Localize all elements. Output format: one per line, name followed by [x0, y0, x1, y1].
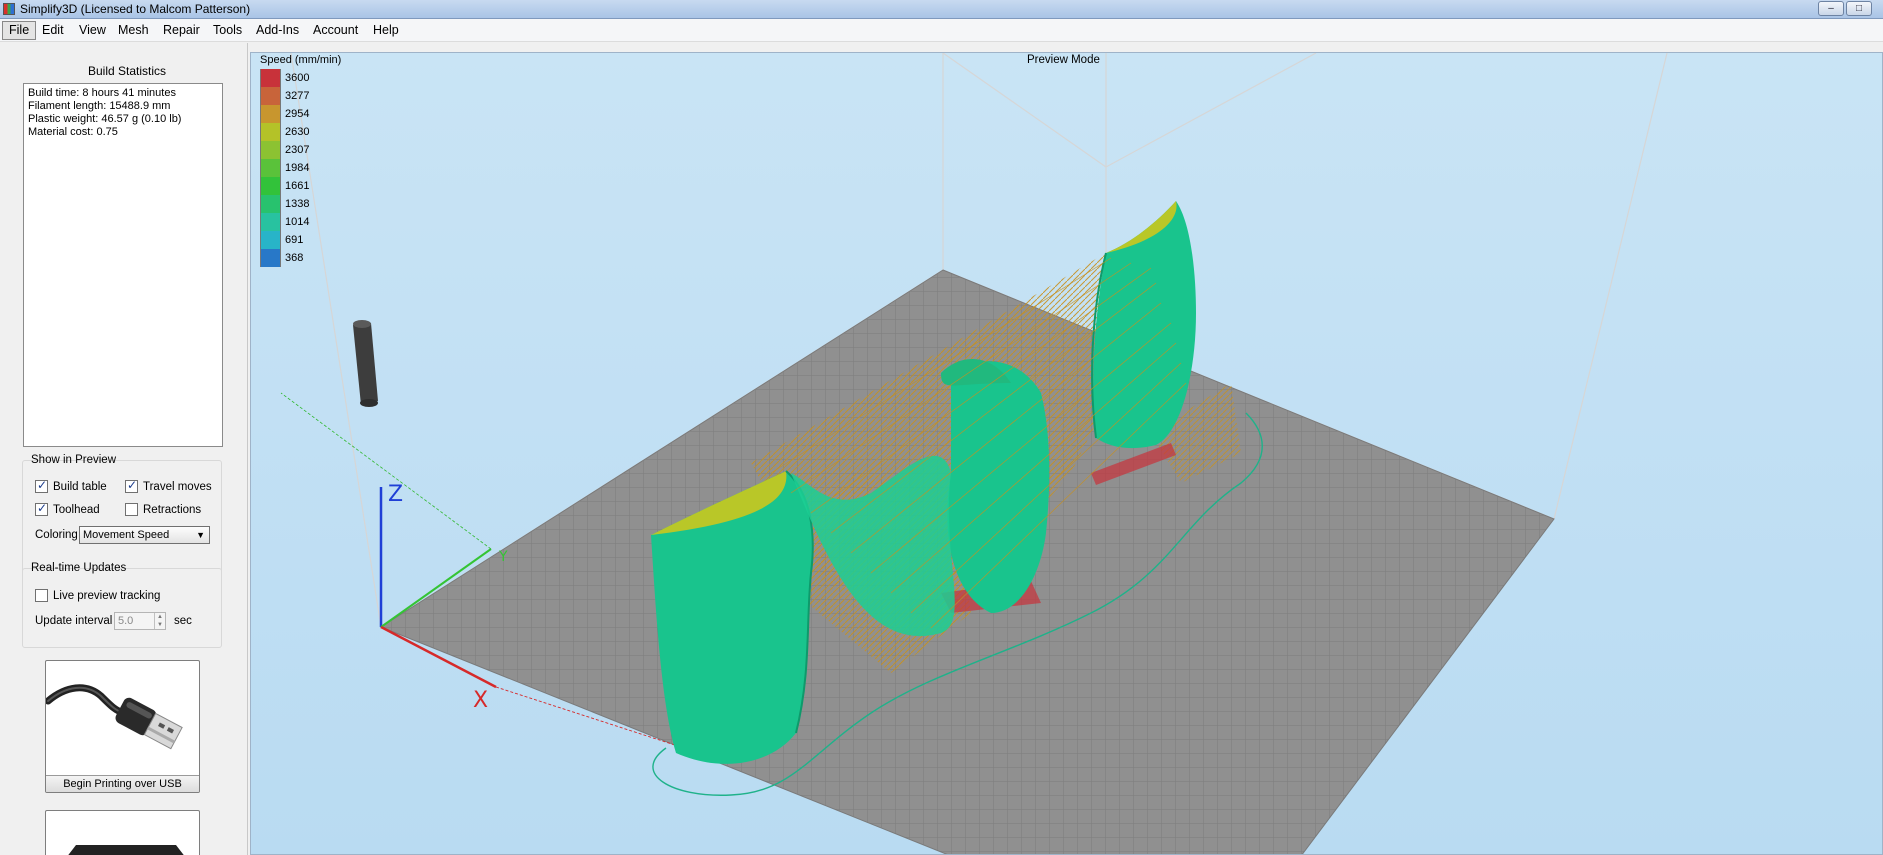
retractions-checkbox[interactable]: [125, 503, 138, 516]
legend-label: 1338: [285, 198, 310, 210]
legend-row: 1661: [260, 177, 341, 195]
legend-label: 1014: [285, 216, 310, 228]
app-icon: [3, 3, 15, 15]
build-statistics-box: Build time: 8 hours 41 minutes Filament …: [23, 83, 223, 447]
travel-moves-option[interactable]: Travel moves: [125, 478, 212, 493]
menu-bar: File Edit View Mesh Repair Tools Add-Ins…: [0, 19, 1883, 42]
legend-swatch: [260, 69, 281, 87]
build-statistics-heading: Build Statistics: [88, 64, 167, 78]
toolhead-label: Toolhead: [53, 503, 100, 516]
realtime-updates-group: [22, 568, 222, 648]
coloring-label: Coloring: [35, 529, 78, 541]
legend-swatch: [260, 141, 281, 159]
legend-row: 1014: [260, 213, 341, 231]
legend-title: Speed (mm/min): [260, 54, 342, 66]
menu-view[interactable]: View: [73, 21, 112, 40]
preview-mode-label: Preview Mode: [1027, 54, 1100, 66]
build-time: Build time: 8 hours 41 minutes: [28, 87, 176, 99]
legend-swatch: [260, 177, 281, 195]
coloring-select[interactable]: Movement Speed ▼: [79, 526, 210, 544]
build-table-label: Build table: [53, 480, 107, 493]
coloring-select-value: Movement Speed: [83, 529, 170, 541]
legend-swatch: [260, 159, 281, 177]
update-interval-label: Update interval: [35, 615, 113, 627]
legend-swatch: [260, 123, 281, 141]
begin-printing-usb-button[interactable]: Begin Printing over USB: [45, 660, 200, 793]
filament-length: Filament length: 15488.9 mm: [28, 100, 171, 112]
menu-repair[interactable]: Repair: [157, 21, 206, 40]
build-table-checkbox[interactable]: [35, 478, 48, 493]
sd-card-icon: [68, 845, 184, 855]
legend-swatch: [260, 231, 281, 249]
build-table-option[interactable]: Build table: [35, 478, 107, 493]
legend-swatch: [260, 213, 281, 231]
live-preview-tracking-option[interactable]: Live preview tracking: [35, 589, 160, 602]
retractions-label: Retractions: [143, 503, 202, 516]
legend-row: 2307: [260, 141, 341, 159]
legend-swatch: [260, 105, 281, 123]
legend-rows: 3600 3277 2954 2630 2307 1984 1661 1338 1014 691 3…: [260, 69, 341, 267]
begin-printing-usb-label: Begin Printing over USB: [46, 775, 199, 792]
menu-add-ins[interactable]: Add-Ins: [250, 21, 305, 40]
legend-label: 1984: [285, 162, 310, 174]
live-preview-tracking-checkbox[interactable]: [35, 589, 48, 602]
menu-file[interactable]: File: [2, 21, 37, 40]
legend-swatch: [260, 195, 281, 213]
maximize-icon[interactable]: □: [1846, 1, 1872, 16]
retractions-option[interactable]: Retractions: [125, 503, 201, 516]
realtime-updates-heading: Real-time Updates: [31, 562, 127, 574]
legend-row: 368: [260, 249, 341, 267]
live-preview-tracking-label: Live preview tracking: [53, 589, 161, 602]
window-title: Simplify3D (Licensed to Malcom Patterson…: [20, 2, 251, 16]
legend-row: 1984: [260, 159, 341, 177]
menu-account[interactable]: Account: [307, 21, 364, 40]
chevron-down-icon: ▼: [196, 530, 205, 540]
update-interval-unit: sec: [174, 615, 192, 627]
legend-swatch: [260, 87, 281, 105]
left-panel: Build Statistics Build time: 8 hours 41 …: [0, 43, 248, 855]
sd-card-button[interactable]: [45, 810, 200, 855]
x-axis-label: X: [473, 688, 488, 713]
legend-row: 2630: [260, 123, 341, 141]
menu-edit[interactable]: Edit: [36, 21, 70, 40]
legend-label: 3277: [285, 90, 310, 102]
menu-help[interactable]: Help: [367, 21, 405, 40]
plastic-weight: Plastic weight: 46.57 g (0.10 lb): [28, 113, 182, 125]
toolhead-checkbox[interactable]: [35, 501, 48, 516]
preview-viewport[interactable]: Z Y X Speed (mm/min) 3600 3277 2954 2630…: [250, 52, 1883, 855]
speed-legend: Speed (mm/min) 3600 3277 2954 2630 2307 1984 1…: [260, 54, 341, 267]
legend-label: 691: [285, 234, 304, 246]
legend-row: 3600: [260, 69, 341, 87]
preview-scene[interactable]: Z Y X: [251, 53, 1883, 855]
title-bar: Simplify3D (Licensed to Malcom Patterson…: [0, 0, 1883, 19]
z-axis-label: Z: [388, 482, 403, 507]
legend-row: 691: [260, 231, 341, 249]
menu-mesh[interactable]: Mesh: [112, 21, 155, 40]
legend-swatch: [260, 249, 281, 267]
travel-moves-label: Travel moves: [143, 480, 212, 493]
legend-label: 3600: [285, 72, 310, 84]
legend-label: 2307: [285, 144, 310, 156]
material-cost: Material cost: 0.75: [28, 126, 118, 138]
legend-label: 2630: [285, 126, 310, 138]
menu-tools[interactable]: Tools: [207, 21, 248, 40]
legend-label: 1661: [285, 180, 310, 192]
travel-moves-checkbox[interactable]: [125, 478, 138, 493]
minimize-icon[interactable]: –: [1818, 1, 1844, 16]
legend-row: 2954: [260, 105, 341, 123]
toolhead-model: [353, 320, 378, 407]
legend-label: 368: [285, 252, 304, 264]
legend-row: 3277: [260, 87, 341, 105]
legend-label: 2954: [285, 108, 310, 120]
update-interval-value: 5.0: [118, 615, 134, 627]
spin-arrows-icon[interactable]: ▲ ▼: [154, 613, 165, 629]
update-interval-input[interactable]: 5.0 ▲ ▼: [114, 612, 166, 630]
legend-row: 1338: [260, 195, 341, 213]
toolhead-option[interactable]: Toolhead: [35, 501, 100, 516]
show-in-preview-heading: Show in Preview: [31, 454, 117, 466]
usb-cable-icon: [46, 684, 183, 750]
model-right-wing: [1091, 201, 1196, 449]
y-axis-label: Y: [498, 549, 508, 565]
